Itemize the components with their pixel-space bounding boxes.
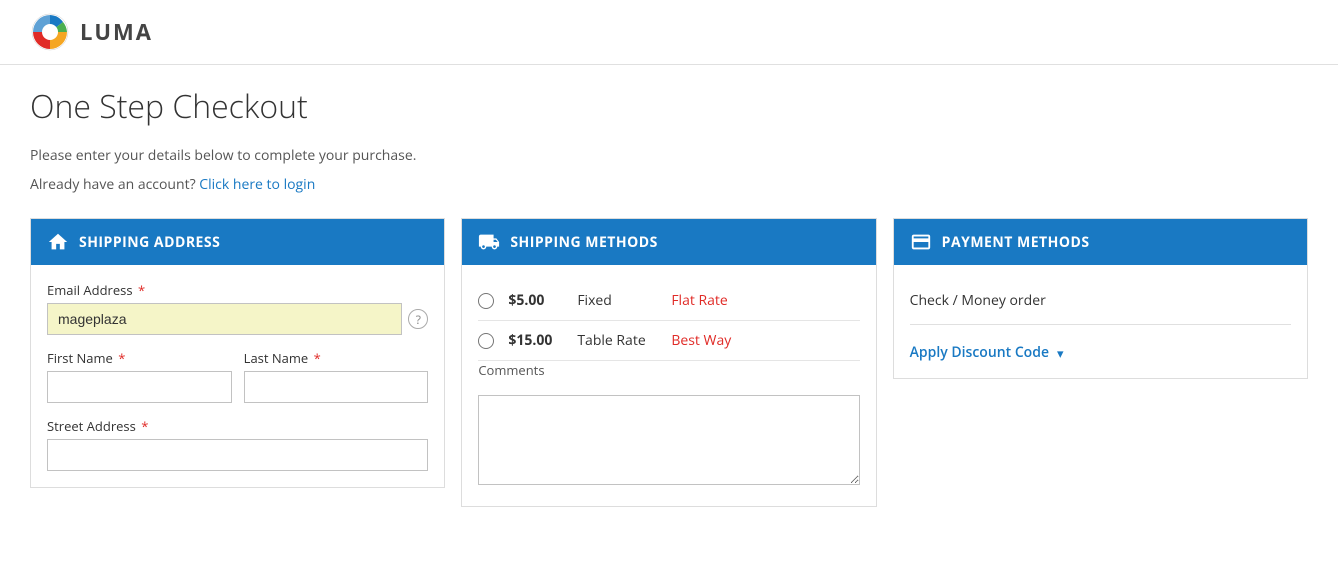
shipping-price-1: $5.00 [508,291,563,310]
payment-option: Check / Money order [910,281,1291,325]
apply-discount-row[interactable]: Apply Discount Code ▾ [910,339,1291,362]
page-header: LUMA [0,0,1338,65]
first-name-group: First Name * [47,349,232,403]
credit-card-icon [910,231,932,253]
email-wrapper: ? [47,303,428,335]
email-input[interactable] [47,303,402,335]
login-prompt-text: Already have an account? [30,175,196,194]
email-label: Email Address * [47,281,428,299]
payment-option-label: Check / Money order [910,291,1046,310]
truck-icon [478,231,500,253]
luma-logo-icon [30,12,70,52]
last-name-input[interactable] [244,371,429,403]
shipping-carrier-2: Best Way [671,331,731,350]
shipping-radio-1[interactable] [478,293,494,309]
shipping-address-section: SHIPPING ADDRESS Email Address * ? [30,218,445,488]
payment-methods-header: PAYMENT METHODS [894,219,1307,265]
home-icon [47,231,69,253]
chevron-down-icon: ▾ [1057,344,1064,362]
login-prompt: Already have an account? Click here to l… [30,175,1308,194]
payment-methods-body: Check / Money order Apply Discount Code … [894,265,1307,378]
street-address-label: Street Address * [47,417,428,435]
shipping-option-2: $15.00 Table Rate Best Way [478,321,859,361]
logo[interactable]: LUMA [30,12,153,52]
page-subtitle: Please enter your details below to compl… [30,146,1308,165]
shipping-methods-body: $5.00 Fixed Flat Rate $15.00 Table Rate … [462,265,875,506]
logo-text: LUMA [80,17,153,47]
email-group: Email Address * ? [47,281,428,335]
comments-textarea[interactable] [478,395,859,485]
last-name-group: Last Name * [244,349,429,403]
comments-group: Comments [478,361,859,490]
first-name-input[interactable] [47,371,232,403]
page-content: One Step Checkout Please enter your deta… [0,65,1338,537]
payment-methods-section: PAYMENT METHODS Check / Money order Appl… [893,218,1308,379]
sections-container: SHIPPING ADDRESS Email Address * ? [30,218,1308,507]
shipping-methods-title: SHIPPING METHODS [510,233,658,252]
shipping-carrier-1: Flat Rate [671,291,727,310]
shipping-type-2: Table Rate [577,331,657,350]
apply-discount-label: Apply Discount Code [910,343,1049,362]
help-icon[interactable]: ? [408,309,428,329]
name-row: First Name * Last Name * [47,349,428,403]
shipping-type-1: Fixed [577,291,657,310]
shipping-option-1: $5.00 Fixed Flat Rate [478,281,859,321]
shipping-address-title: SHIPPING ADDRESS [79,233,220,252]
login-link[interactable]: Click here to login [199,175,315,194]
payment-methods-title: PAYMENT METHODS [942,233,1090,252]
shipping-address-header: SHIPPING ADDRESS [31,219,444,265]
last-name-label: Last Name * [244,349,429,367]
shipping-radio-2[interactable] [478,333,494,349]
shipping-methods-section: SHIPPING METHODS $5.00 Fixed Flat Rate $… [461,218,876,507]
page-title: One Step Checkout [30,85,1308,128]
shipping-price-2: $15.00 [508,331,563,350]
first-name-label: First Name * [47,349,232,367]
street-address-input[interactable] [47,439,428,471]
shipping-address-body: Email Address * ? First Name * [31,265,444,487]
comments-label: Comments [478,361,859,379]
street-address-group: Street Address * [47,417,428,471]
shipping-methods-header: SHIPPING METHODS [462,219,875,265]
